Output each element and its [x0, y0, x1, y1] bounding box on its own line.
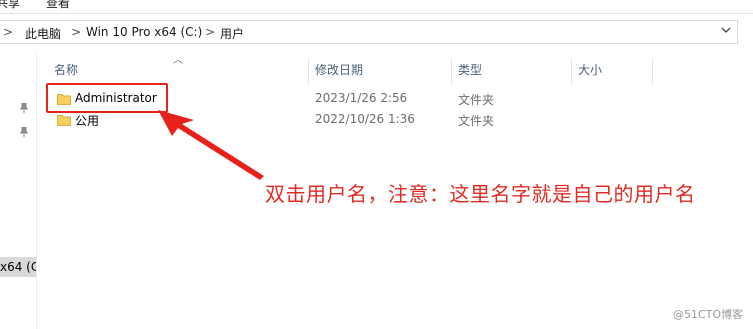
annotation-arrow: [158, 110, 264, 180]
annotation-text: 双击用户名，注意：这里名字就是自己的用户名: [265, 182, 696, 206]
watermark: @51CTO博客: [672, 308, 743, 321]
